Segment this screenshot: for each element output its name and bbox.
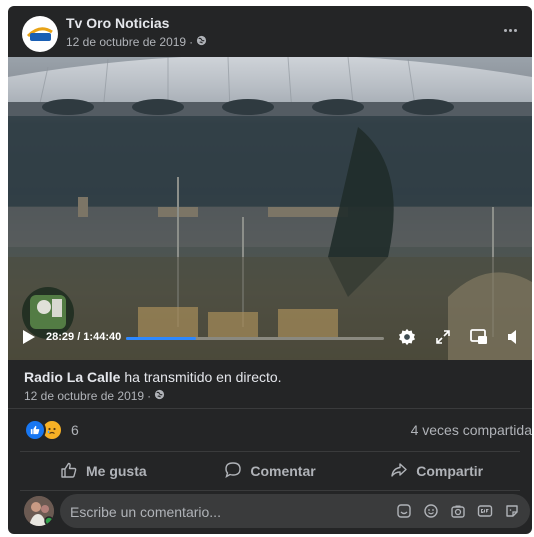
- camera-icon[interactable]: [449, 502, 466, 519]
- video-progress-bar[interactable]: [126, 337, 384, 340]
- caption-actor[interactable]: Radio La Calle: [24, 369, 120, 385]
- caption-line: Radio La Calle ha transmitido en directo…: [24, 369, 282, 385]
- globe-icon: [196, 35, 207, 49]
- video-player[interactable]: 28:29 / 1:44:40: [8, 57, 532, 360]
- video-time: 28:29 / 1:44:40: [46, 331, 122, 343]
- share-count[interactable]: 4 veces compartida: [411, 422, 532, 438]
- like-button[interactable]: Me gusta: [20, 453, 187, 489]
- like-label: Me gusta: [85, 463, 147, 479]
- caption-text: ha transmitido en directo.: [120, 369, 282, 385]
- comment-icon: [224, 461, 242, 482]
- comment-placeholder: Escribe un comentario...: [70, 504, 221, 520]
- comment-button[interactable]: Comentar: [187, 453, 354, 489]
- comment-input[interactable]: Escribe un comentario...: [60, 494, 530, 528]
- shared-live-caption: Radio La Calle ha transmitido en directo…: [24, 369, 282, 403]
- share-label: Compartir: [416, 463, 484, 479]
- expand-icon[interactable]: [432, 326, 454, 348]
- caption-date[interactable]: 12 de octubre de 2019: [24, 389, 144, 403]
- stats-divider: [20, 451, 520, 452]
- avatar[interactable]: [24, 496, 54, 526]
- globe-icon: [154, 389, 165, 403]
- page-avatar[interactable]: [22, 16, 58, 52]
- tv-oro-logo: [23, 17, 57, 51]
- post-date[interactable]: 12 de octubre de 2019: [66, 35, 186, 49]
- caption-meta: 12 de octubre de 2019 ·: [24, 389, 282, 403]
- reactions-summary[interactable]: 6: [24, 419, 79, 441]
- settings-icon[interactable]: [396, 326, 418, 348]
- caption-separator: ·: [147, 389, 152, 403]
- comment-label: Comentar: [250, 463, 316, 479]
- reaction-count: 6: [71, 422, 79, 438]
- post-card: Tv Oro Noticias 12 de octubre de 2019 ·: [8, 6, 532, 534]
- more-options-icon[interactable]: [498, 20, 522, 40]
- sticker-icon[interactable]: [395, 502, 412, 519]
- like-reaction-icon: [24, 419, 46, 441]
- play-icon[interactable]: [20, 328, 38, 346]
- emoji-icon[interactable]: [422, 502, 439, 519]
- avatar-sticker-icon[interactable]: [503, 502, 520, 519]
- thumbs-up-icon: [60, 461, 78, 482]
- share-button[interactable]: Compartir: [353, 453, 520, 489]
- volume-icon[interactable]: [502, 326, 524, 348]
- post-actions: Me gusta Comentar Compartir: [20, 453, 520, 489]
- video-progress-fill: [126, 337, 197, 340]
- caption-divider: [8, 408, 532, 409]
- video-frame: [8, 57, 532, 360]
- video-controls: 28:29 / 1:44:40: [8, 316, 532, 360]
- page-name[interactable]: Tv Oro Noticias: [66, 15, 169, 31]
- meta-separator: ·: [189, 35, 194, 49]
- actions-divider: [20, 490, 520, 491]
- share-icon: [390, 461, 408, 482]
- gif-icon[interactable]: [476, 502, 493, 519]
- post-header: Tv Oro Noticias 12 de octubre de 2019 ·: [8, 6, 532, 56]
- post-meta: 12 de octubre de 2019 ·: [66, 35, 207, 49]
- miniplayer-icon[interactable]: [468, 326, 490, 348]
- comment-tools: [395, 502, 520, 519]
